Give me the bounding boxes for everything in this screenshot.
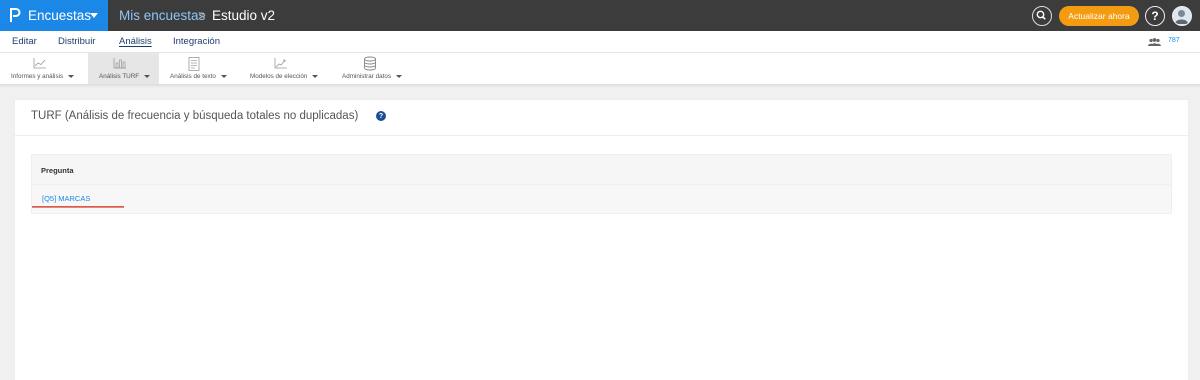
users-icon [1148, 38, 1161, 46]
tool-choice-models[interactable]: Modelos de elección [239, 53, 331, 84]
upgrade-now-button[interactable]: Actualizar ahora [1059, 6, 1139, 26]
caret-down-icon [312, 74, 319, 78]
questions-table: Pregunta [Q5] MARCAS [31, 154, 1172, 214]
caret-down-icon [396, 74, 402, 78]
question-link[interactable]: [Q5] MARCAS [42, 194, 90, 203]
caret-down-icon [68, 74, 75, 78]
breadcrumb-separator: > [198, 8, 206, 23]
tool-text-analysis[interactable]: Análisis de texto [159, 53, 239, 84]
search-icon [1036, 10, 1046, 20]
tool-label: Informes y análisis [11, 73, 75, 80]
menu-edit[interactable]: Editar [12, 36, 37, 47]
users-count[interactable]: 787 [1168, 37, 1180, 44]
product-switcher[interactable]: Encuestas [0, 0, 108, 31]
tool-reports-analysis[interactable]: Informes y análisis [0, 53, 88, 84]
table-row[interactable]: [Q5] MARCAS [31, 185, 1172, 214]
tool-label: Análisis de texto [170, 73, 227, 80]
tool-turf-analysis[interactable]: Análisis TURF [88, 53, 159, 84]
caret-down-icon [90, 13, 98, 18]
top-bar: Encuestas Mis encuestas > Estudio v2 Act… [0, 0, 1200, 31]
user-avatar[interactable] [1172, 6, 1192, 26]
menu-analysis[interactable]: Análisis [119, 36, 152, 47]
breadcrumb-my-surveys[interactable]: Mis encuestas [119, 8, 205, 23]
brand-logo-icon [10, 8, 21, 22]
search-button[interactable] [1032, 6, 1052, 26]
page-title: TURF (Análisis de frecuencia y búsqueda … [31, 110, 359, 122]
chart-bar-icon [113, 58, 126, 69]
breadcrumb-current-survey: Estudio v2 [212, 8, 276, 23]
divider [15, 135, 1188, 136]
database-icon [364, 56, 376, 71]
user-avatar-icon [1175, 10, 1188, 24]
chart-model-icon [274, 58, 287, 69]
turf-panel: TURF (Análisis de frecuencia y búsqueda … [14, 99, 1189, 380]
menu-integration[interactable]: Integración [173, 36, 220, 47]
menu-distribute[interactable]: Distribuir [58, 36, 95, 47]
column-header-question: Pregunta [31, 154, 1172, 185]
tool-label: Administrar datos [342, 73, 402, 80]
chart-line-icon [33, 58, 46, 69]
caret-down-icon [144, 74, 151, 78]
analysis-toolbar: Informes y análisis Análisis TURF Anális… [0, 53, 1200, 84]
tool-manage-data[interactable]: Administrar datos [331, 53, 416, 84]
tool-label: Modelos de elección [250, 73, 319, 80]
info-icon[interactable]: ? [376, 111, 386, 121]
caret-down-icon [220, 74, 227, 78]
tool-label: Análisis TURF [99, 73, 151, 80]
product-name: Encuestas [28, 8, 92, 23]
text-document-icon [188, 57, 200, 71]
help-button[interactable]: ? [1145, 6, 1165, 26]
highlight-underline [32, 206, 124, 208]
main-menu: Editar Distribuir Análisis Integración 7… [0, 31, 1200, 53]
